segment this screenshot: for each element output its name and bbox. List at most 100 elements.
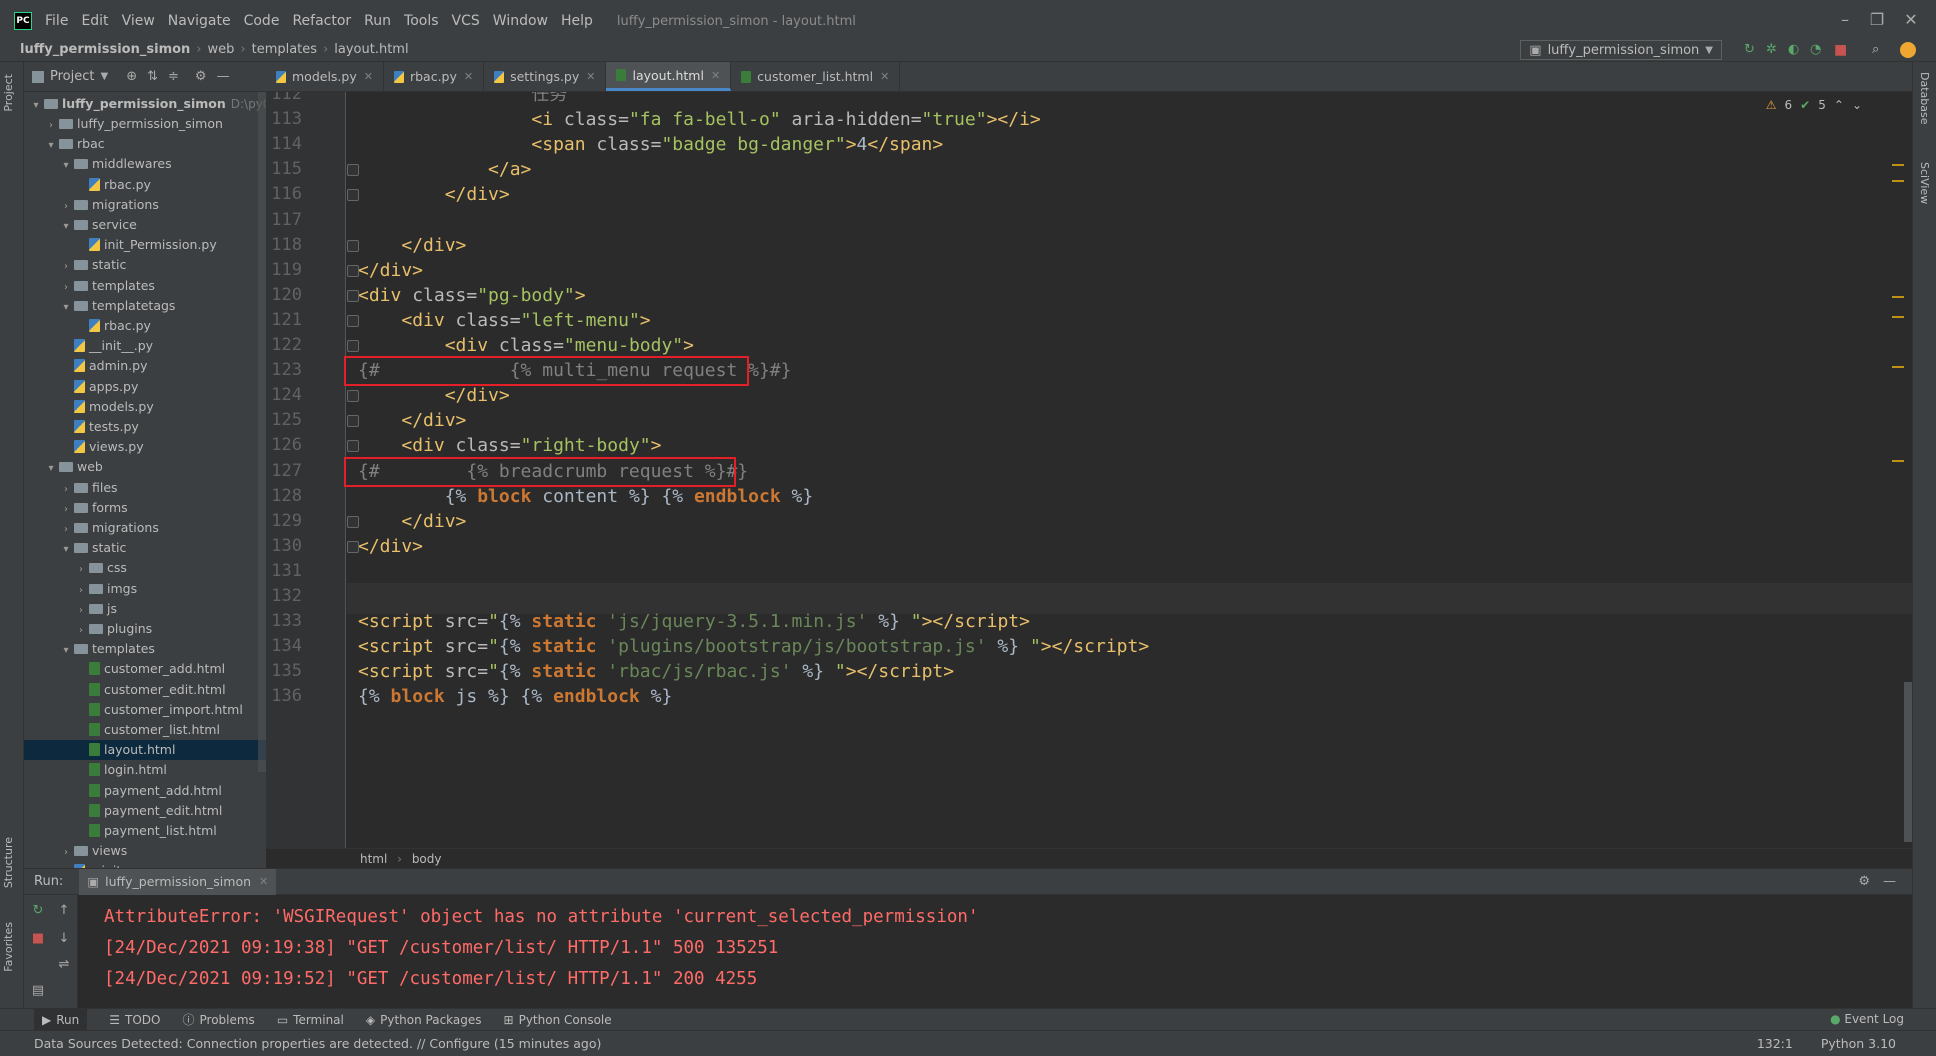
rerun-icon[interactable]: ↻	[1744, 42, 1760, 58]
gear-icon[interactable]: ⚙	[195, 69, 207, 84]
restore-icon[interactable]: ❐	[1862, 10, 1892, 29]
python-interpreter[interactable]: Python 3.10	[1821, 1036, 1896, 1051]
warning-marker[interactable]	[1892, 316, 1904, 318]
tree-folder[interactable]: ▾ templatetags	[24, 296, 266, 316]
soft-wrap-icon[interactable]: ⇌	[56, 957, 72, 973]
rerun-icon[interactable]: ↻	[30, 903, 46, 919]
tree-file[interactable]: init_Permission.py	[24, 235, 266, 255]
tree-root[interactable]: ▾luffy_permission_simonD:\py0	[24, 94, 266, 114]
terminal-tool-button[interactable]: ▭ Terminal	[277, 1013, 344, 1027]
project-tool-tab[interactable]: Project	[2, 74, 15, 112]
chevron-down-icon[interactable]: ▾	[60, 156, 72, 176]
code-line[interactable]: </div>	[358, 179, 510, 210]
tree-file[interactable]: customer_edit.html	[24, 680, 266, 700]
warning-marker[interactable]	[1892, 296, 1904, 298]
breadcrumb-web[interactable]: web	[208, 42, 235, 57]
arrow-up-icon[interactable]: ↑	[56, 903, 72, 919]
fold-marker-icon[interactable]	[347, 239, 359, 252]
breadcrumb-templates[interactable]: templates	[252, 42, 317, 57]
chevron-right-icon[interactable]: ›	[45, 116, 57, 136]
tree-folder[interactable]: ▾ middlewares	[24, 154, 266, 174]
chevron-right-icon[interactable]: ›	[60, 257, 72, 277]
event-log-button[interactable]: ● Event Log	[1830, 1012, 1904, 1026]
update-icon[interactable]	[1900, 42, 1916, 58]
warning-marker[interactable]	[1892, 180, 1904, 182]
search-icon[interactable]: ⌕	[1872, 42, 1888, 58]
code-line[interactable]: </div>	[358, 531, 423, 562]
menu-help[interactable]: Help	[561, 13, 593, 29]
breadcrumb-file[interactable]: layout.html	[334, 42, 408, 57]
menu-code[interactable]: Code	[244, 13, 280, 29]
fold-marker-icon[interactable]	[347, 540, 359, 553]
project-scrollbar[interactable]	[258, 92, 266, 772]
tree-file[interactable]: payment_add.html	[24, 781, 266, 801]
tree-file[interactable]: views.py	[24, 437, 266, 457]
breadcrumb-project[interactable]: luffy_permission_simon	[20, 42, 190, 57]
expand-all-icon[interactable]: ⇅	[147, 69, 158, 84]
tree-file[interactable]: rbac.py	[24, 175, 266, 195]
debug-icon[interactable]: ✲	[1766, 42, 1782, 58]
tree-folder[interactable]: › css	[24, 558, 266, 578]
tree-folder[interactable]: › plugins	[24, 619, 266, 639]
tree-folder[interactable]: ▾ web	[24, 457, 266, 477]
fold-marker-icon[interactable]	[347, 314, 359, 327]
tree-file[interactable]: tests.py	[24, 417, 266, 437]
tree-folder[interactable]: › migrations	[24, 518, 266, 538]
tree-folder[interactable]: ▾ rbac	[24, 134, 266, 154]
close-window-icon[interactable]: ✕	[1896, 10, 1926, 29]
chevron-right-icon[interactable]: ›	[75, 601, 87, 621]
coverage-icon[interactable]: ◐	[1788, 42, 1804, 58]
tree-file[interactable]: models.py	[24, 397, 266, 417]
line-number[interactable]: 136	[266, 681, 302, 712]
close-tab-icon[interactable]: ✕	[586, 70, 595, 83]
editor-scrollbar[interactable]	[1904, 682, 1912, 842]
fold-marker-icon[interactable]	[347, 340, 359, 352]
tree-folder[interactable]: › templates	[24, 276, 266, 296]
breadcrumb-body[interactable]: body	[412, 852, 442, 866]
tree-folder[interactable]: › luffy_permission_simon	[24, 114, 266, 134]
chevron-right-icon[interactable]: ›	[60, 278, 72, 298]
close-tab-icon[interactable]: ✕	[464, 70, 473, 83]
fold-marker-icon[interactable]	[347, 440, 359, 453]
stop-icon[interactable]: ■	[30, 931, 46, 947]
warning-marker[interactable]	[1892, 164, 1904, 166]
gear-icon[interactable]: ⚙	[1858, 874, 1870, 889]
warning-marker[interactable]	[1892, 460, 1904, 462]
tree-folder[interactable]: › imgs	[24, 579, 266, 599]
stop-icon[interactable]: ■	[1834, 42, 1850, 58]
chevron-down-icon[interactable]: ⌄	[1852, 98, 1862, 112]
run-tab[interactable]: ▣ luffy_permission_simon ✕	[79, 868, 277, 895]
tree-folder[interactable]: ▾ static	[24, 538, 266, 558]
sciview-tool-tab[interactable]: SciView	[1918, 162, 1931, 204]
close-tab-icon[interactable]: ✕	[880, 70, 889, 83]
fold-marker-icon[interactable]	[347, 189, 359, 202]
caret-position[interactable]: 132:1	[1757, 1036, 1793, 1051]
chevron-down-icon[interactable]: ▼	[100, 71, 108, 82]
hide-panel-icon[interactable]: —	[217, 69, 230, 84]
tree-folder[interactable]: ▾ templates	[24, 639, 266, 659]
chevron-right-icon[interactable]: ›	[75, 560, 87, 580]
tree-folder[interactable]: › views	[24, 841, 266, 861]
chevron-down-icon[interactable]: ▾	[45, 459, 57, 479]
chevron-right-icon[interactable]: ›	[60, 197, 72, 217]
fold-marker-icon[interactable]	[347, 289, 359, 302]
close-tab-icon[interactable]: ✕	[259, 875, 268, 888]
tree-file[interactable]: customer_add.html	[24, 659, 266, 679]
editor-tab[interactable]: layout.html ✕	[606, 62, 732, 91]
profile-icon[interactable]: ◔	[1810, 42, 1826, 58]
chevron-down-icon[interactable]: ▾	[60, 217, 72, 237]
database-tool-tab[interactable]: Database	[1918, 72, 1931, 125]
fold-marker-icon[interactable]	[347, 515, 359, 528]
menu-run[interactable]: Run	[364, 13, 391, 29]
tree-file[interactable]: login.html	[24, 760, 266, 780]
editor-tab[interactable]: customer_list.html ✕	[731, 62, 901, 91]
tree-file[interactable]: __init__.py	[24, 336, 266, 356]
layout-icon[interactable]: ▤	[30, 983, 46, 999]
tree-folder[interactable]: › forms	[24, 498, 266, 518]
close-tab-icon[interactable]: ✕	[364, 70, 373, 83]
tree-file[interactable]: admin.py	[24, 356, 266, 376]
menu-vcs[interactable]: VCS	[452, 13, 480, 29]
tree-file[interactable]: apps.py	[24, 377, 266, 397]
code-line[interactable]: {% block js %} {% endblock %}	[358, 681, 672, 712]
status-message[interactable]: Data Sources Detected: Connection proper…	[34, 1036, 601, 1051]
